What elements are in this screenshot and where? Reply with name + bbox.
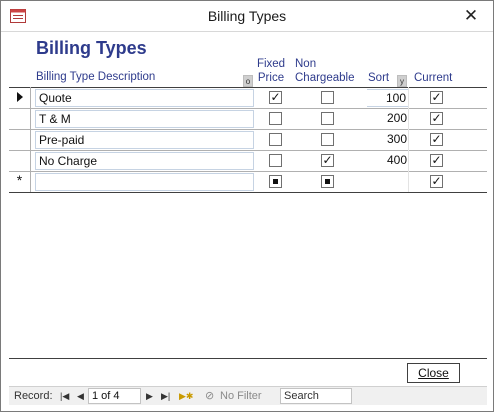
record-pointer-icon [17,92,23,102]
description-field[interactable]: No Charge [35,152,254,170]
record-navigation-bar: Record: |◀ ◀ 1 of 4 ▶ ▶| ▶✱ ⊘ No Filter … [9,386,487,405]
sort-field[interactable]: 200 [367,110,409,128]
table-row[interactable]: Pre-paid 300 ✓ [9,129,487,151]
description-field[interactable] [35,173,254,191]
non-chargeable-checkbox[interactable] [321,112,334,125]
fixed-price-checkbox[interactable] [269,175,282,188]
description-sort-indicator[interactable]: o [243,75,253,87]
check-icon: ✓ [431,132,442,146]
current-checkbox[interactable]: ✓ [430,174,443,188]
check-icon: ✓ [322,153,333,167]
header-fixed-price: Fixed Price [255,57,287,85]
current-checkbox[interactable]: ✓ [430,111,443,125]
record-selector[interactable] [9,150,31,171]
record-label: Record: [14,390,53,402]
check-icon: ✓ [431,111,442,125]
new-record-selector[interactable]: * [9,171,31,192]
check-icon: ✓ [431,153,442,167]
window-title: Billing Types [207,8,287,24]
record-selector[interactable] [9,87,31,108]
filter-icon[interactable]: ⊘ [205,390,214,403]
fixed-price-checkbox[interactable] [269,112,282,125]
check-icon: ✓ [270,90,281,104]
close-icon[interactable]: ✕ [459,4,483,28]
column-divider [408,108,409,129]
current-checkbox[interactable]: ✓ [430,132,443,146]
grid-bottom-line [9,192,487,193]
sort-sort-indicator[interactable]: y [397,75,407,87]
header-description: Billing Type Description [36,71,156,83]
fixed-price-checkbox[interactable] [269,154,282,167]
header-fixed-price-line2: Price [257,72,285,84]
table-row[interactable]: No Charge ✓ 400 ✓ [9,150,487,172]
last-record-icon[interactable]: ▶| [161,390,170,403]
search-input[interactable]: Search [280,388,352,404]
header-fixed-price-line1: Fixed [256,58,286,70]
check-icon: ✓ [431,174,442,188]
sort-field[interactable]: 100 [367,89,409,107]
record-position-input[interactable]: 1 of 4 [88,388,141,404]
fixed-price-checkbox[interactable] [269,133,282,146]
non-chargeable-checkbox[interactable] [321,175,334,188]
current-checkbox[interactable]: ✓ [430,153,443,167]
header-non-chargeable: Non Chargeable [295,57,354,85]
non-chargeable-checkbox[interactable] [321,91,334,104]
billing-types-window: Billing Types ✕ Billing Types Billing Ty… [0,0,494,412]
fixed-price-checkbox[interactable]: ✓ [269,90,282,104]
null-state-icon [273,179,278,184]
previous-record-icon[interactable]: ◀ [77,390,84,403]
column-divider [408,171,409,192]
current-checkbox[interactable]: ✓ [430,90,443,104]
column-divider [408,150,409,171]
header-non-chargeable-line2: Chargeable [295,72,355,84]
record-selector[interactable] [9,129,31,150]
table-row[interactable]: Quote ✓ 100 ✓ [9,87,487,109]
title-bar: Billing Types ✕ [1,1,493,32]
footer-divider [9,358,487,359]
new-record-icon: * [16,172,23,188]
header-current: Current [414,72,453,84]
form-title: Billing Types [36,38,147,58]
sort-field[interactable]: 400 [367,152,409,170]
header-sort: Sort [368,72,390,84]
close-button[interactable]: Close [407,363,460,383]
column-divider [408,129,409,150]
check-icon: ✓ [431,90,442,104]
filter-status[interactable]: No Filter [220,390,262,403]
header-non-chargeable-line1: Non [295,58,317,70]
description-field[interactable]: Quote [35,89,254,107]
non-chargeable-checkbox[interactable]: ✓ [321,153,334,167]
sort-field[interactable]: 300 [367,131,409,149]
null-state-icon [325,179,330,184]
table-row[interactable]: T & M 200 ✓ [9,108,487,130]
first-record-icon[interactable]: |◀ [60,390,69,403]
description-field[interactable]: T & M [35,110,254,128]
record-selector[interactable] [9,108,31,129]
new-record-row[interactable]: * ✓ [9,171,487,192]
description-field[interactable]: Pre-paid [35,131,254,149]
new-record-nav-icon[interactable]: ▶✱ [179,390,193,403]
non-chargeable-checkbox[interactable] [321,133,334,146]
column-divider [408,87,409,108]
next-record-icon[interactable]: ▶ [146,390,153,403]
sort-field[interactable] [367,173,409,191]
